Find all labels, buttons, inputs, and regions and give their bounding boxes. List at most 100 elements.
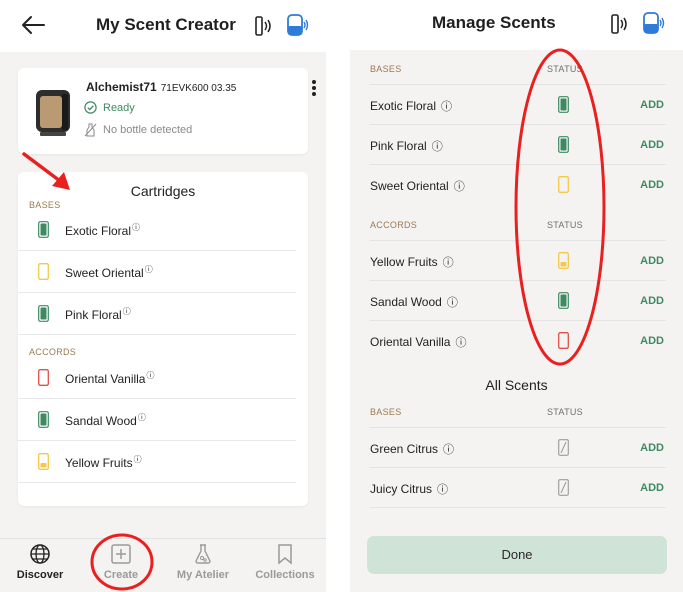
device-card[interactable]: Alchemist71 71EVK600 03.35 Ready No bottl… (18, 68, 316, 154)
nav-label: Discover (16, 569, 64, 581)
bases-label: BASES (370, 64, 402, 74)
no-bottle-label: No bottle detected (103, 124, 193, 136)
cartridge-full-icon (38, 305, 49, 322)
scent-row: Oriental Vanilla ⓘ ADD (370, 320, 666, 360)
cartridges-title: Cartridges (130, 183, 196, 199)
add-button[interactable]: ADD (640, 442, 664, 454)
globe-icon (30, 544, 50, 564)
cartridge-name: Oriental Vanillaⓘ (65, 370, 155, 386)
nav-label: My Atelier (176, 569, 230, 581)
check-circle-icon (84, 101, 97, 114)
cartridge-row[interactable]: Pink Floralⓘ (18, 293, 296, 335)
flask-icon (195, 544, 211, 564)
cartridge-none-icon (558, 479, 569, 496)
info-icon[interactable]: ⓘ (454, 178, 465, 194)
cartridge-row[interactable]: Sweet Orientalⓘ (18, 251, 296, 293)
add-button[interactable]: ADD (640, 335, 664, 347)
scent-row: Exotic Floral ⓘ ADD (370, 84, 666, 124)
add-button[interactable]: ADD (640, 295, 664, 307)
nav-label: Create (103, 569, 139, 581)
accords-label: ACCORDS (29, 347, 77, 357)
device-image (36, 90, 70, 136)
cartridge-empty-icon (38, 263, 49, 280)
scent-row: Juicy Citrus ⓘ ADD (370, 467, 666, 507)
manage-scents-screen: Manage Scents BASES STATUS Exotic Floral… (350, 0, 683, 592)
scroll-fade (350, 505, 683, 533)
device-signal-icon[interactable] (286, 12, 310, 38)
status-label: STATUS (547, 64, 583, 74)
page-title: Manage Scents (432, 13, 556, 32)
cartridge-empty-icon (558, 176, 569, 193)
cartridge-row[interactable]: Exotic Floralⓘ (18, 209, 296, 251)
cartridge-row[interactable]: Yellow Fruitsⓘ (18, 441, 296, 483)
scent-name: Sweet Oriental (370, 179, 449, 193)
scent-row: Pink Floral ⓘ ADD (370, 124, 666, 164)
ready-label: Ready (103, 101, 135, 114)
nav-create[interactable]: Create (81, 543, 161, 581)
cartridge-full-icon (558, 136, 569, 153)
info-icon[interactable]: ⓘ (134, 455, 142, 464)
device-name: Alchemist71 71EVK600 03.35 (86, 80, 237, 94)
cartridge-empty-red-icon (558, 332, 569, 349)
nav-collections[interactable]: Collections (245, 543, 325, 581)
add-button[interactable]: ADD (640, 255, 664, 267)
info-icon[interactable]: ⓘ (437, 481, 448, 497)
add-button[interactable]: ADD (640, 99, 664, 111)
scent-creator-screen: My Scent Creator Alchemist71 71EVK600 03.… (0, 0, 326, 592)
device-signal-icon[interactable] (642, 10, 666, 36)
scent-name: Pink Floral (370, 139, 427, 153)
scent-name: Sandal Wood (370, 295, 442, 309)
info-icon[interactable]: ⓘ (123, 307, 131, 316)
info-icon[interactable]: ⓘ (138, 413, 146, 422)
info-icon[interactable]: ⓘ (132, 223, 140, 232)
bases-label: BASES (370, 407, 402, 417)
info-icon[interactable]: ⓘ (443, 441, 454, 457)
header: My Scent Creator (0, 0, 326, 52)
add-button[interactable]: ADD (640, 482, 664, 494)
scent-row: Yellow Fruits ⓘ ADD (370, 240, 666, 280)
scent-name: Oriental Vanilla (370, 335, 451, 349)
cartridge-full-icon (558, 96, 569, 113)
scent-name: Juicy Citrus (370, 482, 433, 496)
no-bottle-icon (84, 123, 97, 137)
bottom-nav: Discover Create My Atelier Collections (0, 538, 326, 592)
info-icon[interactable]: ⓘ (441, 98, 452, 114)
nav-my-atelier[interactable]: My Atelier (163, 543, 243, 581)
bookmark-icon (278, 544, 292, 565)
info-icon[interactable]: ⓘ (443, 254, 454, 270)
info-icon[interactable]: ⓘ (432, 138, 443, 154)
scent-name: Exotic Floral (370, 99, 437, 113)
accords-label: ACCORDS (370, 220, 418, 230)
cartridge-empty-red-icon (38, 369, 49, 386)
cartridge-name: Sandal Woodⓘ (65, 412, 146, 428)
arrow-left-icon[interactable] (20, 14, 46, 36)
cartridge-full-icon (38, 221, 49, 238)
scent-row: Sandal Wood ⓘ ADD (370, 280, 666, 320)
scent-name: Yellow Fruits (370, 255, 438, 269)
cartridge-name: Sweet Orientalⓘ (65, 264, 153, 280)
nav-label: Collections (255, 569, 315, 581)
remote-signal-icon[interactable] (254, 13, 274, 39)
cartridge-name: Pink Floralⓘ (65, 306, 131, 322)
status-label: STATUS (547, 407, 583, 417)
page-title: My Scent Creator (96, 15, 236, 34)
cartridge-row[interactable]: Sandal Woodⓘ (18, 399, 296, 441)
cartridge-row[interactable]: Oriental Vanillaⓘ (18, 357, 296, 399)
info-icon[interactable]: ⓘ (455, 334, 466, 350)
done-button[interactable]: Done (367, 536, 667, 574)
header: Manage Scents (350, 0, 683, 50)
all-scents-title: All Scents (485, 377, 548, 393)
cartridge-none-icon (558, 439, 569, 456)
more-options-icon[interactable] (308, 78, 320, 98)
add-button[interactable]: ADD (640, 179, 664, 191)
nav-discover[interactable]: Discover (0, 543, 80, 581)
add-button[interactable]: ADD (640, 139, 664, 151)
remote-signal-icon[interactable] (610, 11, 630, 37)
info-icon[interactable]: ⓘ (145, 265, 153, 274)
plus-square-icon (111, 544, 131, 564)
device-serial: 71EVK600 03.35 (160, 83, 237, 94)
scent-name: Green Citrus (370, 442, 439, 456)
bottle-status: No bottle detected (84, 123, 192, 137)
info-icon[interactable]: ⓘ (447, 294, 458, 310)
info-icon[interactable]: ⓘ (146, 371, 154, 380)
